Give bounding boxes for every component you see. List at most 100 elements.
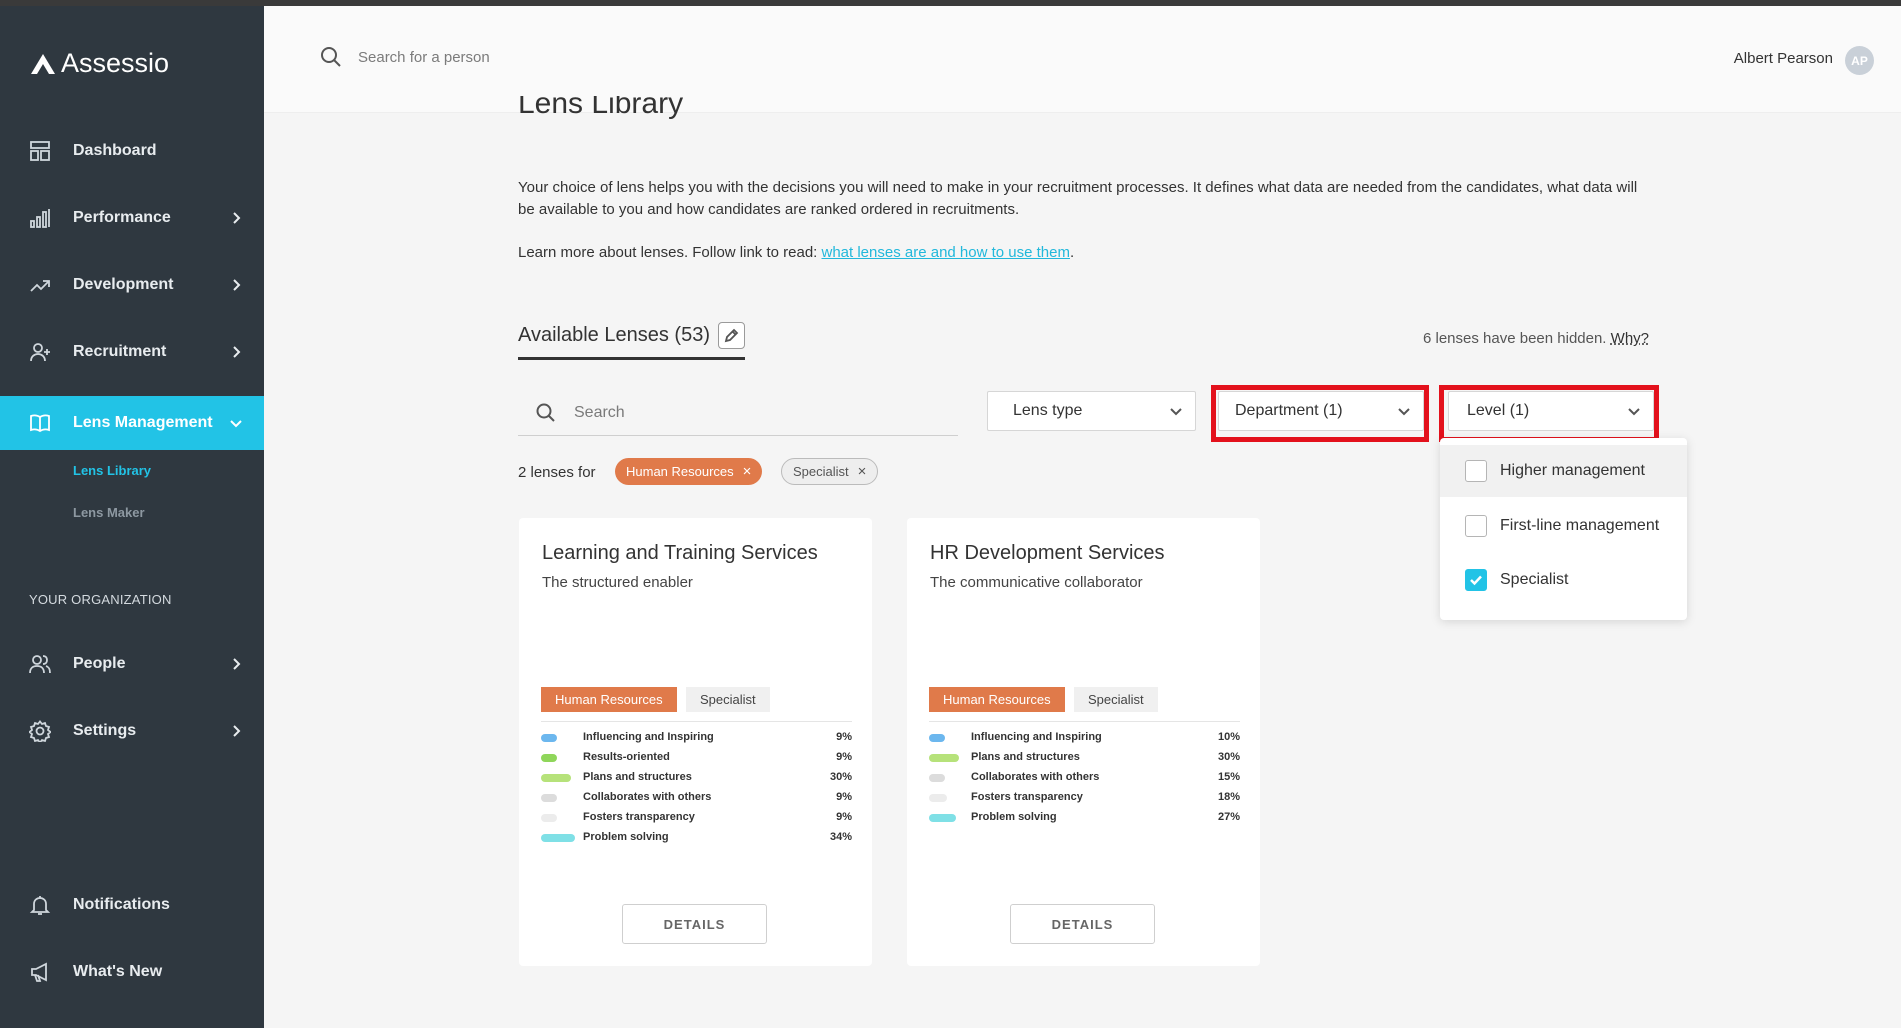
tag-department: Human Resources [929, 687, 1065, 712]
lens-card[interactable]: HR Development Services The communicativ… [907, 518, 1260, 966]
sidebar-item-development[interactable]: Development [0, 258, 264, 312]
avatar[interactable]: AP [1845, 46, 1874, 75]
why-link[interactable]: Why? [1611, 330, 1649, 347]
sidebar-item-whats-new[interactable]: What's New [0, 945, 264, 999]
department-dropdown[interactable]: Department (1) [1218, 391, 1424, 431]
app-logo[interactable]: Assessio [29, 48, 169, 79]
competency-percent: 9% [836, 791, 852, 803]
edit-button[interactable] [717, 322, 745, 349]
competency-row: Problem solving 27% [929, 809, 1240, 829]
chevron-down-icon [226, 413, 246, 433]
sidebar-item-label: Performance [73, 209, 171, 226]
filter-chip-human-resources: Human Resources × [615, 458, 763, 485]
hidden-note-text: 6 lenses have been hidden. [1423, 330, 1607, 347]
competency-percent: 15% [1217, 771, 1240, 783]
checkmark-icon [1470, 575, 1482, 586]
competency-name: Problem solving [971, 811, 1057, 823]
competency-percent: 18% [1217, 791, 1240, 803]
add-user-icon [29, 341, 51, 363]
close-icon[interactable]: × [743, 464, 752, 479]
checkbox[interactable] [1465, 460, 1487, 482]
person-search-input[interactable] [358, 42, 758, 72]
competency-name: Problem solving [583, 831, 669, 843]
sidebar-item-lens-management[interactable]: Lens Management [0, 396, 264, 450]
level-option-specialist[interactable]: Specialist [1440, 554, 1687, 606]
user-name[interactable]: Albert Pearson [1734, 50, 1833, 67]
competency-name: Collaborates with others [583, 791, 712, 803]
competency-percent: 9% [836, 751, 852, 763]
tag-department: Human Resources [541, 687, 677, 712]
competency-row: Influencing and Inspiring 10% [929, 729, 1240, 749]
level-option-first-line-management[interactable]: First-line management [1440, 500, 1687, 552]
competency-row: Plans and structures 30% [929, 749, 1240, 769]
competency-weight-bar [541, 794, 557, 802]
sidebar-item-label: Notifications [73, 896, 170, 913]
trend-up-icon [29, 274, 51, 296]
divider [929, 721, 1240, 722]
sidebar: Assessio Dashboard Performance Developme… [0, 6, 264, 1028]
dashboard-icon [29, 140, 51, 162]
sidebar-item-people[interactable]: People [0, 637, 264, 691]
competency-row: Fosters transparency 18% [929, 789, 1240, 809]
chevron-right-icon [226, 342, 246, 362]
filter-chip-specialist: Specialist × [781, 458, 879, 485]
competency-percent: 9% [836, 731, 852, 743]
competency-weight-bar [929, 774, 945, 782]
sidebar-item-label: Lens Management [73, 414, 213, 431]
competency-weight-bar [929, 814, 956, 822]
sidebar-item-label: Recruitment [73, 343, 167, 360]
tab-available-lenses[interactable]: Available Lenses (53) [518, 322, 745, 360]
details-button[interactable]: DETAILS [1010, 904, 1155, 944]
competency-name: Fosters transparency [971, 791, 1083, 803]
result-count: 2 lenses for [518, 464, 596, 481]
app-name: Assessio [61, 48, 170, 78]
sidebar-subitem-lens-library[interactable]: Lens Library [73, 463, 151, 478]
details-button[interactable]: DETAILS [622, 904, 767, 944]
competency-percent: 30% [829, 771, 852, 783]
competency-name: Fosters transparency [583, 811, 695, 823]
sidebar-subitem-lens-maker[interactable]: Lens Maker [73, 505, 145, 520]
level-option-higher-management[interactable]: Higher management [1440, 445, 1687, 497]
checkbox[interactable] [1465, 515, 1487, 537]
bar-chart-icon [29, 207, 51, 229]
competency-row: Results-oriented 9% [541, 749, 852, 769]
option-label: First-line management [1500, 517, 1660, 534]
lens-search [518, 391, 958, 436]
competency-name: Results-oriented [583, 751, 670, 763]
sidebar-item-performance[interactable]: Performance [0, 191, 264, 245]
intro-text: Your choice of lens helps you with the d… [518, 179, 1638, 218]
search-icon [320, 46, 342, 68]
lenses-help-link[interactable]: what lenses are and how to use them [822, 244, 1070, 261]
chevron-right-icon [226, 275, 246, 295]
sidebar-item-settings[interactable]: Settings [0, 704, 264, 758]
competency-weight-bar [541, 814, 557, 822]
option-label: Specialist [1500, 571, 1569, 588]
sidebar-item-recruitment[interactable]: Recruitment [0, 325, 264, 379]
checkbox-checked[interactable] [1465, 569, 1487, 591]
tag-level: Specialist [1074, 687, 1158, 712]
competency-row: Fosters transparency 9% [541, 809, 852, 829]
sidebar-item-dashboard[interactable]: Dashboard [0, 124, 264, 178]
department-label: Department (1) [1235, 402, 1343, 419]
megaphone-icon [29, 961, 51, 983]
lens-type-dropdown[interactable]: Lens type [987, 391, 1196, 431]
learn-suffix: . [1069, 244, 1075, 261]
sidebar-item-label: What's New [73, 963, 163, 980]
tab-label: Available Lenses (53) [518, 324, 710, 346]
gear-icon [29, 720, 51, 742]
sidebar-item-notifications[interactable]: Notifications [0, 878, 264, 932]
lens-card[interactable]: Learning and Training Services The struc… [519, 518, 872, 966]
card-subtitle: The structured enabler [542, 574, 693, 591]
chip-label: Specialist [793, 464, 849, 479]
lens-search-input[interactable] [574, 404, 934, 422]
competency-row: Plans and structures 30% [541, 769, 852, 789]
chevron-right-icon [226, 721, 246, 741]
page-title: Lens Library [518, 96, 683, 128]
competency-row: Collaborates with others 9% [541, 789, 852, 809]
chevron-down-icon [1395, 402, 1413, 420]
competency-row: Influencing and Inspiring 9% [541, 729, 852, 749]
competency-name: Plans and structures [583, 771, 692, 783]
level-dropdown[interactable]: Level (1) [1448, 391, 1654, 431]
card-title: HR Development Services [930, 542, 1165, 564]
close-icon[interactable]: × [858, 464, 867, 479]
